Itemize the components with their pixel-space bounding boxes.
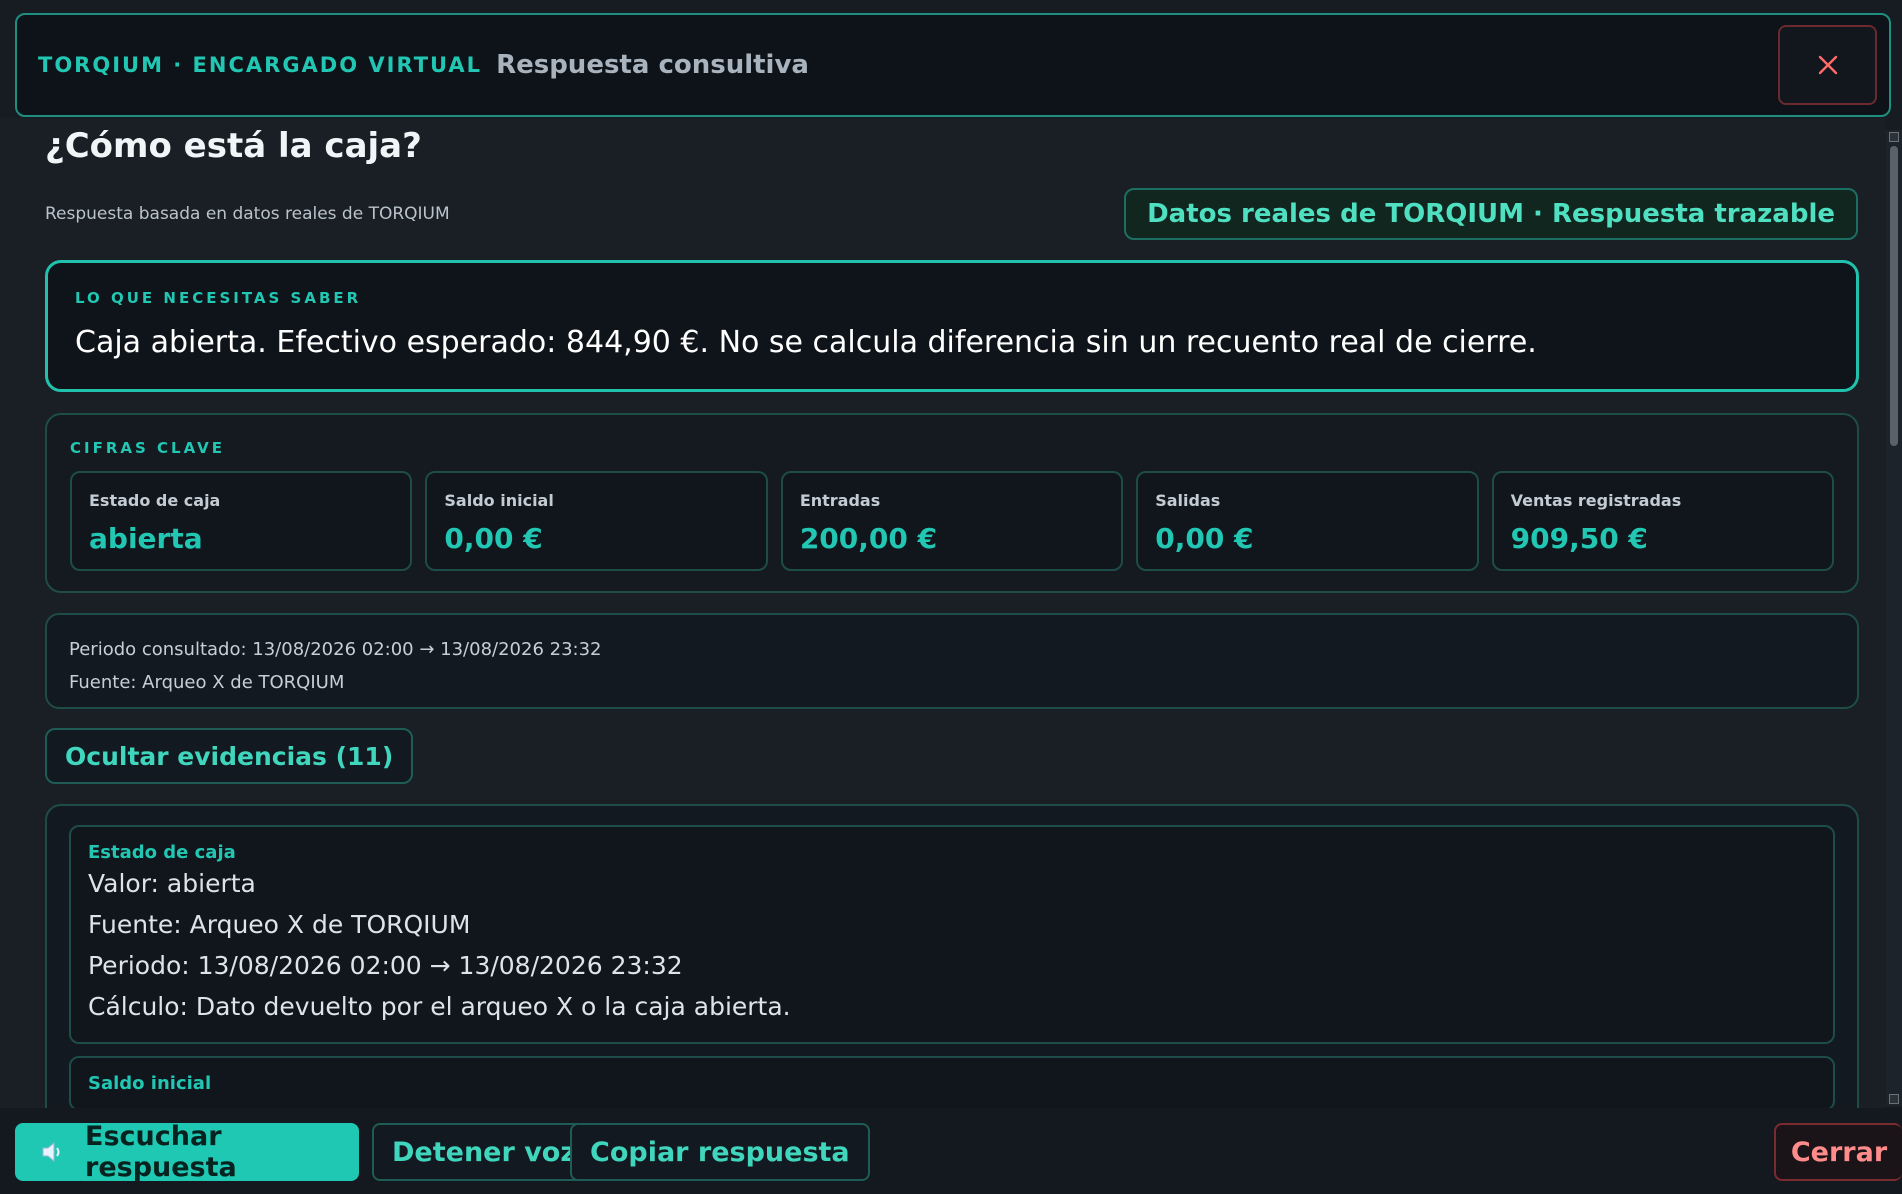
evidence-title: Estado de caja	[88, 842, 236, 863]
evidence-period: Periodo: 13/08/2026 02:00 → 13/08/2026 2…	[88, 951, 683, 980]
key-figures-cards: Estado de caja abierta Saldo inicial 0,0…	[70, 471, 1835, 571]
figure-card-salidas: Salidas 0,00 €	[1136, 471, 1479, 571]
figure-card-saldo-inicial: Saldo inicial 0,00 €	[425, 471, 768, 571]
evidence-value: Valor: abierta	[88, 869, 256, 898]
question-title: ¿Cómo está la caja?	[45, 126, 422, 166]
figure-label: Saldo inicial	[444, 491, 554, 510]
summary-box: LO QUE NECESITAS SABER Caja abierta. Efe…	[45, 260, 1859, 392]
basis-note: Respuesta basada en datos reales de TORQ…	[45, 204, 450, 224]
advisor-window: TORQIUM · ENCARGADO VIRTUAL Respuesta co…	[0, 0, 1902, 1194]
listen-label: Escuchar respuesta	[85, 1121, 237, 1183]
period-info: Periodo consultado: 13/08/2026 02:00 → 1…	[45, 613, 1859, 709]
scroll-down-arrow[interactable]	[1889, 1094, 1899, 1104]
response-scroll-area[interactable]: ¿Cómo está la caja? Respuesta basada en …	[0, 118, 1886, 1110]
figure-value: 0,00 €	[1155, 522, 1254, 555]
listen-button[interactable]: Escuchar respuesta	[15, 1121, 359, 1183]
figure-value: abierta	[89, 522, 203, 555]
footer-actions: Escuchar respuesta Detener voz Copiar re…	[0, 1108, 1902, 1194]
evidence-calc: Cálculo: Dato devuelto por el arqueo X o…	[88, 992, 791, 1021]
evidence-item: Estado de caja Valor: abierta Fuente: Ar…	[69, 825, 1835, 1044]
figure-label: Estado de caja	[89, 491, 221, 510]
figure-label: Ventas registradas	[1510, 491, 1682, 510]
period-line: Periodo consultado: 13/08/2026 02:00 → 1…	[69, 639, 602, 660]
figure-value: 0,00 €	[444, 522, 543, 555]
summary-label: LO QUE NECESITAS SABER	[75, 289, 362, 307]
close-icon	[1818, 55, 1837, 75]
copy-response-button[interactable]: Copiar respuesta	[570, 1123, 870, 1181]
figure-value: 200,00 €	[799, 522, 938, 555]
traceable-badge: Datos reales de TORQIUM · Respuesta traz…	[1124, 188, 1858, 240]
toggle-evidence-button[interactable]: Ocultar evidencias (11)	[45, 728, 414, 784]
figure-card-estado: Estado de caja abierta	[70, 471, 413, 571]
speaker-icon	[41, 1140, 67, 1164]
brand-label: TORQIUM · ENCARGADO VIRTUAL	[38, 53, 483, 77]
key-figures-label: CIFRAS CLAVE	[70, 439, 226, 457]
figure-label: Entradas	[799, 491, 881, 510]
evidence-panel: Estado de caja Valor: abierta Fuente: Ar…	[45, 804, 1859, 1110]
close-x-button[interactable]	[1778, 25, 1877, 105]
vertical-scrollbar[interactable]	[1886, 130, 1902, 1106]
evidence-title: Saldo inicial	[88, 1073, 212, 1094]
close-button[interactable]: Cerrar	[1774, 1123, 1902, 1181]
scroll-thumb[interactable]	[1890, 146, 1898, 446]
source-line: Fuente: Arqueo X de TORQIUM	[69, 672, 345, 693]
figure-card-entradas: Entradas 200,00 €	[780, 471, 1124, 571]
figure-label: Salidas	[1155, 491, 1221, 510]
figure-card-ventas: Ventas registradas 909,50 €	[1491, 471, 1835, 571]
figure-value: 909,50 €	[1510, 522, 1648, 555]
evidence-source: Fuente: Arqueo X de TORQIUM	[88, 910, 471, 939]
header-subtitle: Respuesta consultiva	[496, 50, 809, 80]
evidence-item: Saldo inicial	[69, 1056, 1835, 1110]
stop-voice-button[interactable]: Detener voz	[372, 1123, 597, 1181]
header-bar: TORQIUM · ENCARGADO VIRTUAL Respuesta co…	[15, 13, 1891, 117]
summary-text: Caja abierta. Efectivo esperado: 844,90 …	[75, 325, 1537, 360]
scroll-up-arrow[interactable]	[1889, 132, 1899, 142]
key-figures-panel: CIFRAS CLAVE Estado de caja abierta Sald…	[45, 413, 1859, 593]
